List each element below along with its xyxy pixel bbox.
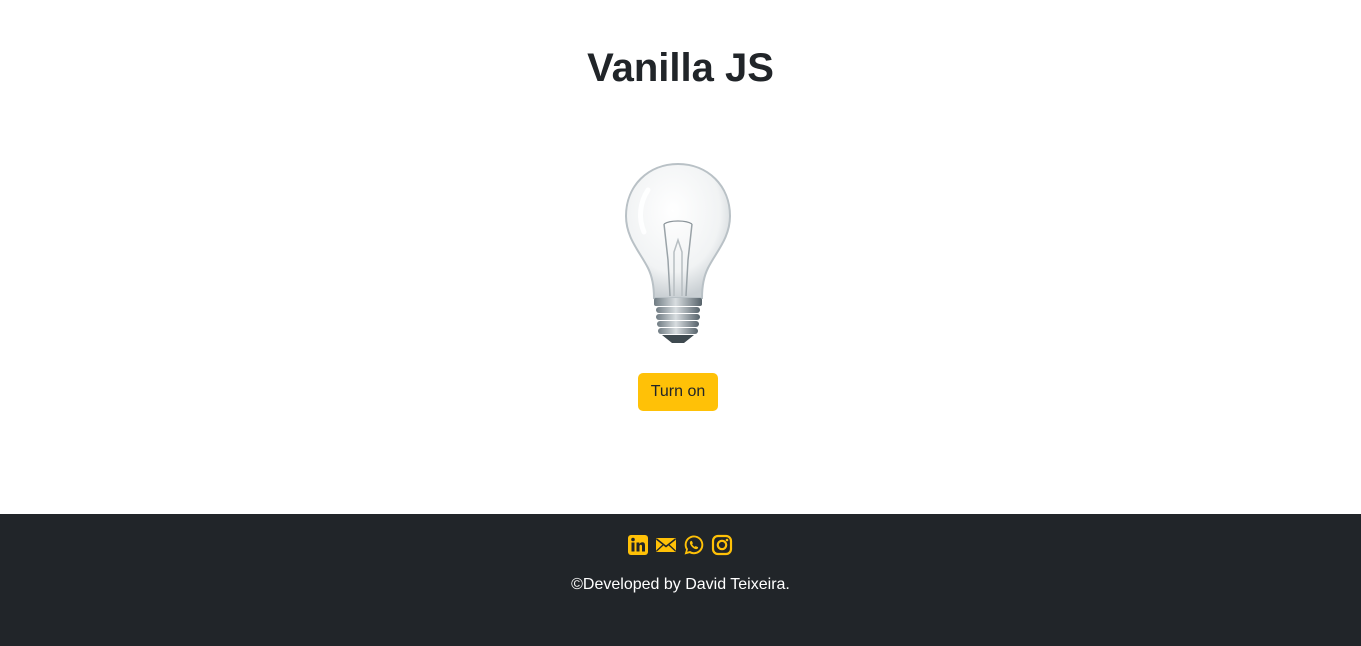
copyright-text: ©Developed by David Teixeira. [571, 576, 790, 593]
instagram-icon[interactable] [711, 534, 735, 556]
main-content: Vanilla JS Turn on [0, 0, 1361, 514]
envelope-icon[interactable] [655, 534, 679, 556]
page-title: Vanilla JS [587, 46, 774, 90]
social-links [0, 534, 1361, 556]
light-bulb-icon [618, 160, 738, 350]
linkedin-icon[interactable] [627, 534, 651, 556]
page: Vanilla JS Turn on ©Developed by David T… [0, 0, 1361, 646]
footer: ©Developed by David Teixeira. [0, 514, 1361, 646]
toggle-light-button[interactable]: Turn on [638, 373, 718, 411]
whatsapp-icon[interactable] [683, 534, 707, 556]
